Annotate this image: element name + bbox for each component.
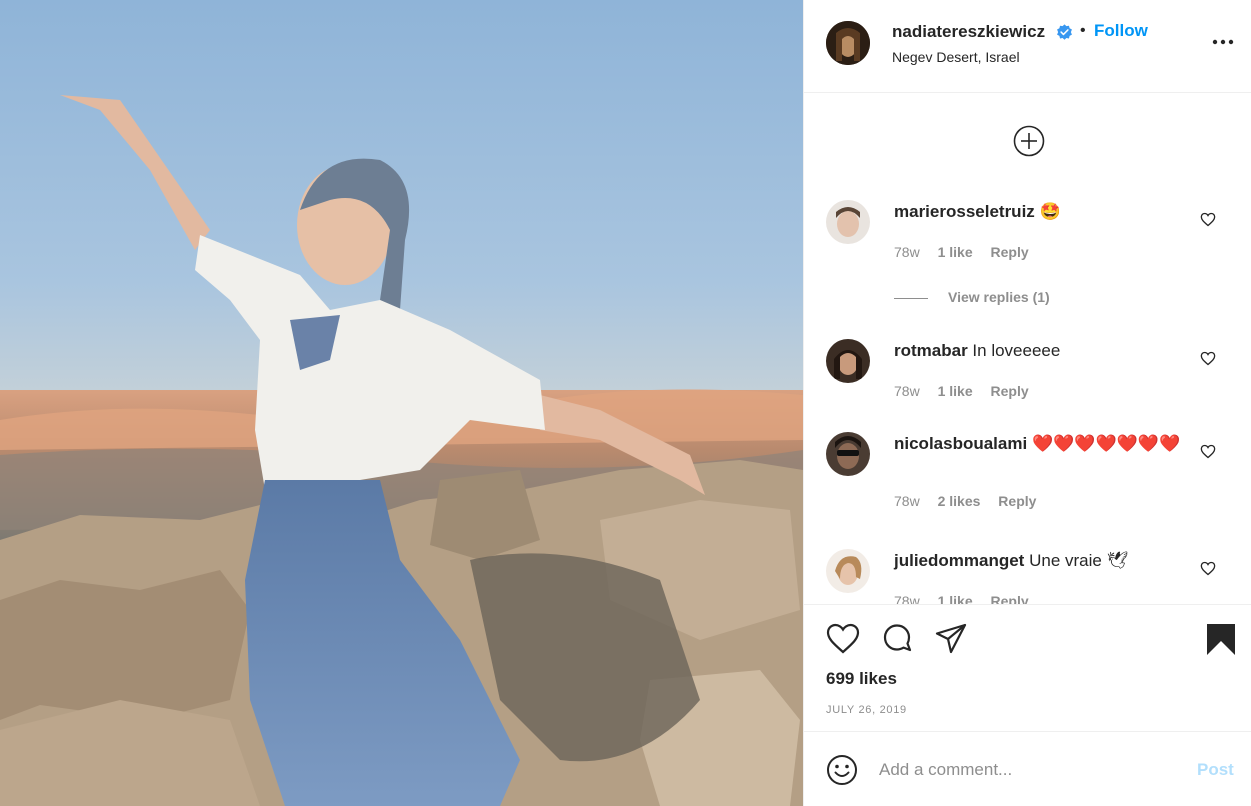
- photo-image: [0, 0, 803, 806]
- post-location[interactable]: Negev Desert, Israel: [892, 49, 1020, 65]
- post-actions: 699 likes JULY 26, 2019 Post: [804, 604, 1251, 806]
- verified-badge-icon: [1057, 24, 1072, 40]
- comment-meta: 78w 2 likes Reply: [894, 493, 1050, 509]
- post-header: nadiatereszkiewicz • Follow Negev Desert…: [804, 0, 1251, 93]
- comment-text: nicolasboualami ❤️❤️❤️❤️❤️❤️❤️: [894, 432, 1184, 456]
- reply-button[interactable]: Reply: [991, 593, 1029, 604]
- comment-text: marierosseletruiz 🤩: [894, 200, 1184, 224]
- comment-age: 78w: [894, 383, 920, 399]
- commenter-avatar[interactable]: [826, 339, 870, 383]
- comment-likes[interactable]: 1 like: [938, 383, 973, 399]
- comment-likes[interactable]: 1 like: [938, 593, 973, 604]
- bookmark-icon[interactable]: [1204, 622, 1238, 656]
- share-icon[interactable]: [934, 622, 968, 656]
- comment-age: 78w: [894, 244, 920, 260]
- comment-meta: 78w 1 like Reply: [894, 593, 1043, 604]
- post-side-panel: nadiatereszkiewicz • Follow Negev Desert…: [803, 0, 1251, 806]
- comment-like-heart-icon[interactable]: [1200, 212, 1216, 227]
- comment-icon[interactable]: [880, 622, 914, 656]
- view-replies-button[interactable]: View replies (1): [948, 289, 1050, 305]
- likes-count[interactable]: 699 likes: [826, 669, 897, 689]
- add-comment-bar: Post: [804, 731, 1251, 806]
- more-options-icon[interactable]: [1212, 34, 1234, 50]
- post-date[interactable]: JULY 26, 2019: [826, 704, 907, 716]
- comment-text: juliedommanget Une vraie 🕊: [894, 549, 1184, 573]
- comment-like-heart-icon[interactable]: [1200, 351, 1216, 366]
- comment-age: 78w: [894, 493, 920, 509]
- load-more-comments-icon[interactable]: [1013, 125, 1045, 157]
- follow-button[interactable]: Follow: [1094, 21, 1148, 41]
- commenter-avatar[interactable]: [826, 549, 870, 593]
- commenter-username[interactable]: juliedommanget: [894, 551, 1024, 570]
- comment-age: 78w: [894, 593, 920, 604]
- commenter-avatar[interactable]: [826, 432, 870, 476]
- comment-body: In loveeeee: [972, 341, 1061, 360]
- reply-button[interactable]: Reply: [991, 244, 1029, 260]
- comment-like-heart-icon[interactable]: [1200, 561, 1216, 576]
- comment-body: ❤️❤️❤️❤️❤️❤️❤️: [1031, 434, 1181, 453]
- comment-body: 🤩: [1039, 202, 1061, 221]
- comment-text: rotmabar In loveeeee: [894, 339, 1184, 363]
- commenter-username[interactable]: marierosseletruiz: [894, 202, 1035, 221]
- emoji-icon[interactable]: [826, 754, 858, 786]
- commenter-username[interactable]: rotmabar: [894, 341, 968, 360]
- comment-meta: 78w 1 like Reply: [894, 244, 1043, 260]
- comment-body: Une vraie 🕊: [1029, 551, 1129, 570]
- reply-button[interactable]: Reply: [991, 383, 1029, 399]
- comments-list[interactable]: marierosseletruiz 🤩 78w 1 like Reply Vie…: [804, 94, 1251, 604]
- commenter-username[interactable]: nicolasboualami: [894, 434, 1027, 453]
- comment-input[interactable]: [879, 756, 1179, 784]
- comment-likes[interactable]: 1 like: [938, 244, 973, 260]
- author-avatar[interactable]: [826, 21, 870, 65]
- post-comment-button[interactable]: Post: [1197, 760, 1234, 780]
- post-photo[interactable]: [0, 0, 803, 806]
- commenter-avatar[interactable]: [826, 200, 870, 244]
- header-separator: •: [1080, 22, 1086, 39]
- comment-like-heart-icon[interactable]: [1200, 444, 1216, 459]
- comment-likes[interactable]: 2 likes: [938, 493, 981, 509]
- author-username[interactable]: nadiatereszkiewicz: [892, 22, 1045, 42]
- replies-divider: [894, 298, 928, 299]
- heart-icon[interactable]: [826, 622, 860, 656]
- reply-button[interactable]: Reply: [998, 493, 1036, 509]
- comment-meta: 78w 1 like Reply: [894, 383, 1043, 399]
